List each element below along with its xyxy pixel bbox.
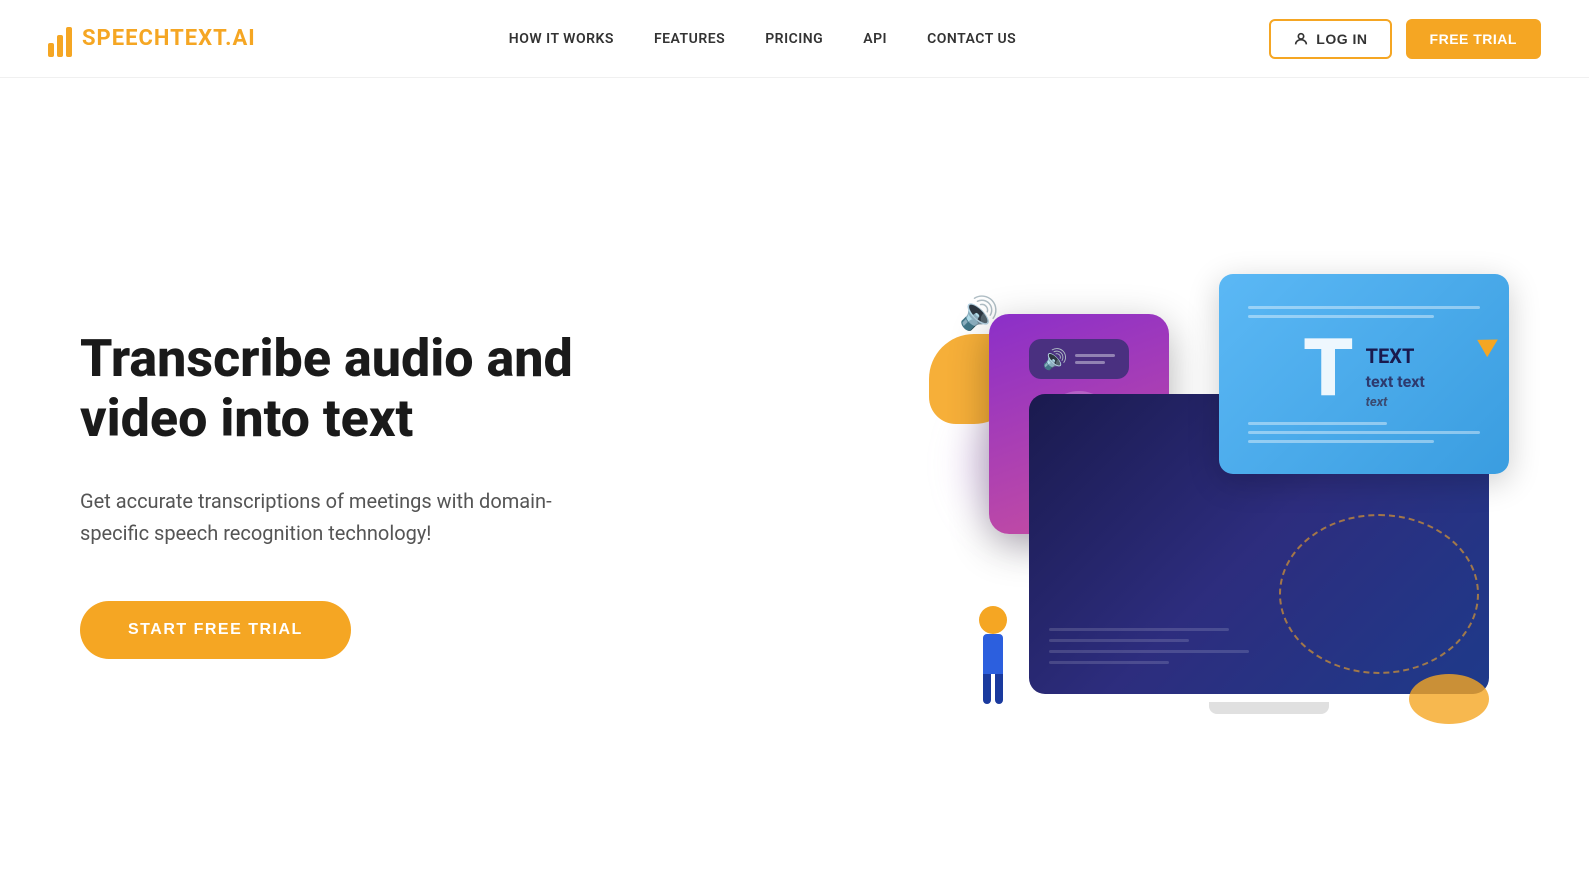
hero-illustration: 🔊 🔊 [929,254,1509,734]
hero-section: Transcribe audio and video into text Get… [0,78,1589,890]
nav-contact-us[interactable]: CONTACT US [927,31,1016,47]
screen-line-3 [1049,650,1249,653]
logo-name: SPEECHTEXT [82,26,225,51]
h-line-4 [1248,431,1480,434]
main-nav: HOW IT WORKS FEATURES PRICING API CONTAC… [509,31,1016,47]
nav-features[interactable]: FEATURES [654,31,725,47]
free-trial-button[interactable]: FREE TRIAL [1406,19,1541,59]
h-line-2 [1248,315,1434,318]
nav-api[interactable]: API [863,31,887,47]
site-header: SPEECHTEXT.AI HOW IT WORKS FEATURES PRIC… [0,0,1589,78]
person-figure [979,606,1007,704]
screen-line-2 [1049,639,1189,642]
person-leg-right [995,674,1003,704]
nav-pricing[interactable]: PRICING [765,31,823,47]
logo-waves-icon [48,21,72,57]
h-line-5 [1248,440,1434,443]
text-panel: T TEXT text text text [1219,274,1509,474]
login-button[interactable]: LOG IN [1269,19,1391,59]
user-icon [1293,31,1309,47]
dashed-circle-decoration [1279,514,1479,674]
logo[interactable]: SPEECHTEXT.AI [48,21,256,57]
login-label: LOG IN [1316,31,1367,47]
screen-line-4 [1049,661,1169,664]
wave-bar-3 [66,27,72,57]
bubble-sound-icon: 🔊 [1043,347,1068,371]
h-lines-top [1248,306,1480,318]
wave-bar-2 [57,35,63,57]
bubble-lines [1075,354,1115,364]
header-actions: LOG IN FREE TRIAL [1269,19,1541,59]
person-head [979,606,1007,634]
h-lines-bottom [1248,422,1480,443]
person-body [983,634,1003,674]
h-line-3 [1248,422,1387,425]
person-legs [983,674,1003,704]
text-label-medium: text text [1366,372,1425,391]
big-t-letter: T [1303,328,1353,408]
text-label-small: text [1366,395,1425,410]
text-label-stack: TEXT text text text [1366,328,1425,410]
hero-subtitle: Get accurate transcriptions of meetings … [80,485,580,549]
wave-bar-1 [48,43,54,57]
hero-content: Transcribe audio and video into text Get… [80,329,580,659]
logo-suffix: .AI [225,26,256,51]
start-free-trial-button[interactable]: START FREE TRIAL [80,601,351,659]
yellow-blob-3 [1409,674,1489,724]
laptop-base [1209,702,1329,714]
speech-bubble: 🔊 [1029,339,1130,379]
arrow-decoration [1477,331,1503,357]
text-label-large: TEXT [1366,344,1425,368]
person-leg-left [983,674,991,704]
nav-how-it-works[interactable]: HOW IT WORKS [509,31,614,47]
bubble-line-2 [1075,361,1105,364]
screen-line-1 [1049,628,1229,631]
h-line-1 [1248,306,1480,309]
logo-text: SPEECHTEXT.AI [82,26,256,51]
bubble-line-1 [1075,354,1115,357]
hero-title: Transcribe audio and video into text [80,329,580,449]
panel-main-content: T TEXT text text text [1303,328,1425,410]
screen-lines [1049,628,1249,664]
